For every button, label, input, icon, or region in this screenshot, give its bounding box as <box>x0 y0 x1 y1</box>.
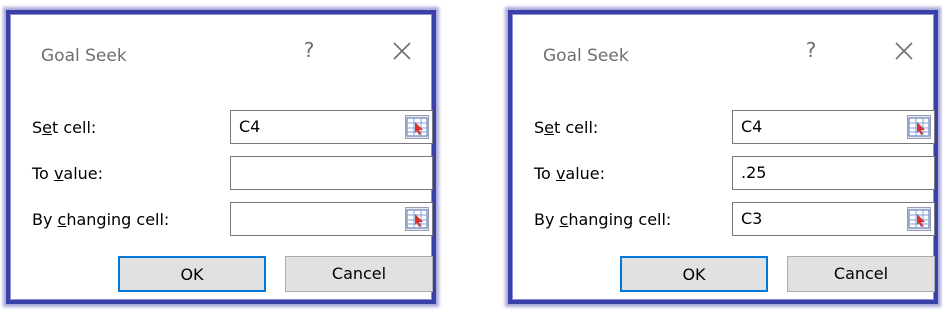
set-cell-label: Set cell: <box>32 118 97 137</box>
range-select-icon <box>908 209 930 229</box>
help-button[interactable]: ? <box>297 38 321 62</box>
close-icon <box>393 42 411 60</box>
set-cell-range-button[interactable] <box>405 115 429 139</box>
dialog-title: Goal Seek <box>41 46 127 66</box>
cancel-button[interactable]: Cancel <box>285 256 433 292</box>
goal-seek-dialog-2: Goal Seek ? Set cell: To value: By chang… <box>508 10 938 304</box>
to-value-input[interactable]: .25 <box>732 156 935 190</box>
changing-cell-range-button[interactable] <box>907 207 931 231</box>
to-value-value: .25 <box>741 163 767 182</box>
set-cell-value: C4 <box>741 117 763 136</box>
cancel-button[interactable]: Cancel <box>787 256 935 292</box>
close-icon <box>895 42 913 60</box>
changing-cell-range-button[interactable] <box>405 207 429 231</box>
set-cell-input[interactable]: C4 <box>732 110 935 144</box>
close-button[interactable] <box>893 40 915 62</box>
range-select-icon <box>908 117 930 137</box>
dialog-title: Goal Seek <box>543 46 629 66</box>
set-cell-range-button[interactable] <box>907 115 931 139</box>
range-select-icon <box>406 117 428 137</box>
changing-cell-label: By changing cell: <box>32 210 170 229</box>
to-value-input[interactable] <box>230 156 433 190</box>
changing-cell-input[interactable]: C3 <box>732 202 935 236</box>
help-button[interactable]: ? <box>799 38 823 62</box>
ok-button[interactable]: OK <box>620 256 768 292</box>
changing-cell-value: C3 <box>741 209 763 228</box>
set-cell-label: Set cell: <box>534 118 599 137</box>
goal-seek-dialog-1: Goal Seek ? Set cell: To value: By chang… <box>6 10 436 304</box>
set-cell-input[interactable]: C4 <box>230 110 433 144</box>
to-value-label: To value: <box>534 164 606 183</box>
range-select-icon <box>406 209 428 229</box>
changing-cell-input[interactable] <box>230 202 433 236</box>
to-value-label: To value: <box>32 164 104 183</box>
set-cell-value: C4 <box>239 117 261 136</box>
ok-button[interactable]: OK <box>118 256 266 292</box>
changing-cell-label: By changing cell: <box>534 210 672 229</box>
close-button[interactable] <box>391 40 413 62</box>
